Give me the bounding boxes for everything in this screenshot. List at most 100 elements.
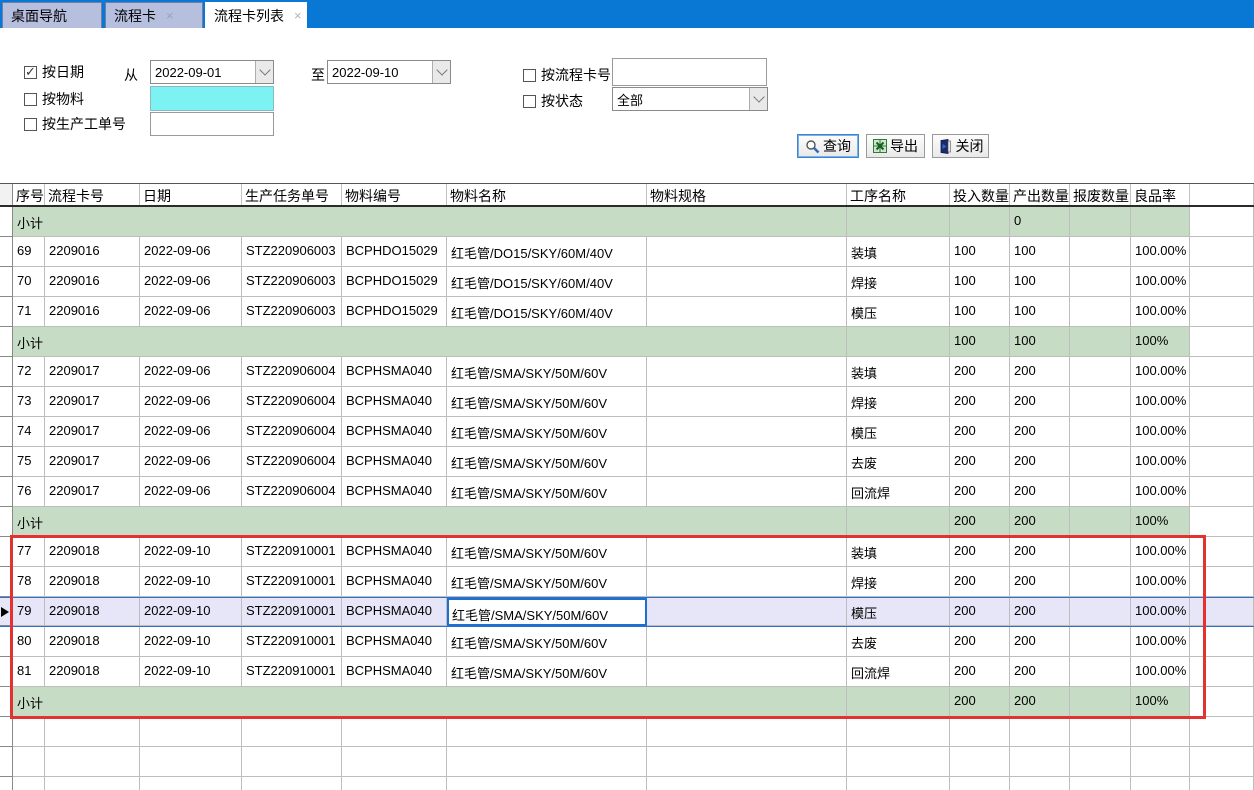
table-cell[interactable] [950,777,1010,790]
table-cell[interactable]: 100.00% [1131,267,1190,297]
table-cell[interactable] [647,387,847,417]
table-cell[interactable]: 模压 [847,417,950,447]
table-cell[interactable] [13,777,45,790]
table-cell[interactable]: STZ220906004 [242,417,342,447]
table-cell[interactable]: STZ220910001 [242,627,342,657]
table-cell[interactable] [847,717,950,747]
table-cell[interactable]: 红毛管/DO15/SKY/60M/40V [447,267,647,297]
table-cell[interactable] [1190,747,1254,777]
table-row[interactable]: 7422090172022-09-06STZ220906004BCPHSMA04… [0,417,1254,447]
table-cell[interactable] [1010,717,1070,747]
table-cell[interactable] [1070,267,1131,297]
table-cell[interactable]: 100 [1010,297,1070,327]
table-cell[interactable] [647,747,847,777]
row-indicator-cell[interactable] [0,687,13,717]
subtotal-row[interactable]: 小计100100100% [0,327,1254,357]
column-header[interactable]: 物料名称 [447,184,647,205]
filter-by-material[interactable]: 按物料 [24,89,84,109]
table-cell[interactable]: 2022-09-06 [140,387,242,417]
table-cell[interactable]: STZ220906004 [242,447,342,477]
table-cell[interactable]: BCPHDO15029 [342,267,447,297]
table-cell[interactable]: BCPHSMA040 [342,567,447,597]
table-cell[interactable]: 2022-09-10 [140,537,242,567]
table-cell[interactable]: 100.00% [1131,567,1190,597]
table-cell[interactable]: 72 [13,357,45,387]
table-cell[interactable]: BCPHSMA040 [342,387,447,417]
table-cell[interactable]: STZ220906003 [242,267,342,297]
table-cell[interactable]: 100.00% [1131,417,1190,447]
table-cell[interactable]: 100.00% [1131,477,1190,507]
chevron-down-icon[interactable] [749,88,767,110]
table-cell[interactable]: 2209017 [45,417,140,447]
table-cell[interactable] [950,717,1010,747]
table-row[interactable]: 7722090182022-09-10STZ220910001BCPHSMA04… [0,537,1254,567]
table-cell[interactable] [647,447,847,477]
table-cell[interactable] [1070,627,1131,657]
table-cell[interactable]: 100.00% [1131,447,1190,477]
table-cell[interactable] [1070,598,1131,626]
by-cardno-checkbox[interactable] [523,69,536,82]
table-cell[interactable] [1070,297,1131,327]
table-cell[interactable]: 78 [13,567,45,597]
table-cell[interactable]: STZ220906004 [242,387,342,417]
table-cell[interactable] [1070,477,1131,507]
table-cell[interactable] [647,537,847,567]
row-indicator-cell[interactable] [0,207,13,237]
table-row[interactable]: 7222090172022-09-06STZ220906004BCPHSMA04… [0,357,1254,387]
table-cell[interactable]: 200 [1010,537,1070,567]
table-cell[interactable]: 红毛管/DO15/SKY/60M/40V [447,297,647,327]
table-cell[interactable]: STZ220906004 [242,357,342,387]
table-cell[interactable]: BCPHSMA040 [342,477,447,507]
filter-by-cardno[interactable]: 按流程卡号 [523,65,611,85]
table-cell[interactable]: 2022-09-06 [140,417,242,447]
row-indicator-cell[interactable] [0,507,13,537]
table-cell[interactable]: 200 [1010,627,1070,657]
table-cell[interactable]: 模压 [847,598,950,626]
table-cell[interactable]: 2209017 [45,387,140,417]
tab-desktop-nav[interactable]: 桌面导航 [2,2,102,28]
table-cell[interactable]: 2209016 [45,237,140,267]
empty-row[interactable] [0,747,1254,777]
table-cell[interactable]: 200 [950,567,1010,597]
by-material-checkbox[interactable] [24,93,37,106]
table-cell[interactable] [847,747,950,777]
table-cell[interactable]: 100 [950,297,1010,327]
table-cell[interactable] [1070,717,1131,747]
table-cell[interactable] [342,747,447,777]
table-cell[interactable]: BCPHDO15029 [342,297,447,327]
table-cell[interactable] [13,747,45,777]
table-cell[interactable]: 2022-09-06 [140,267,242,297]
table-cell[interactable]: 200 [950,627,1010,657]
table-cell[interactable]: 200 [950,477,1010,507]
row-indicator-cell[interactable] [0,237,13,267]
table-cell[interactable]: 2209018 [45,567,140,597]
table-cell[interactable]: 2209017 [45,477,140,507]
table-cell[interactable]: 2209016 [45,297,140,327]
table-cell[interactable]: 2022-09-06 [140,447,242,477]
table-cell[interactable]: 2022-09-06 [140,297,242,327]
row-indicator-cell[interactable] [0,627,13,657]
row-indicator-cell[interactable] [0,447,13,477]
workorder-input[interactable] [150,112,274,136]
table-cell[interactable]: 81 [13,657,45,687]
table-cell[interactable] [447,777,647,790]
table-cell[interactable]: 100.00% [1131,657,1190,687]
material-input[interactable] [150,86,274,111]
row-indicator-cell[interactable] [0,717,13,747]
table-cell[interactable] [847,777,950,790]
table-cell[interactable]: 2022-09-06 [140,357,242,387]
table-cell[interactable] [1131,717,1190,747]
table-cell[interactable]: 2209018 [45,627,140,657]
filter-by-date[interactable]: 按日期 [24,62,84,82]
table-cell[interactable]: 红毛管/SMA/SKY/50M/60V [447,417,647,447]
table-cell[interactable] [242,777,342,790]
row-indicator-cell[interactable] [0,477,13,507]
table-cell[interactable] [647,237,847,267]
table-cell[interactable] [1190,777,1254,790]
table-cell[interactable]: 200 [950,417,1010,447]
table-cell[interactable]: 200 [1010,657,1070,687]
table-cell[interactable]: 73 [13,387,45,417]
table-cell[interactable]: STZ220910001 [242,537,342,567]
table-cell[interactable]: 100.00% [1131,627,1190,657]
table-row[interactable]: 8022090182022-09-10STZ220910001BCPHSMA04… [0,627,1254,657]
